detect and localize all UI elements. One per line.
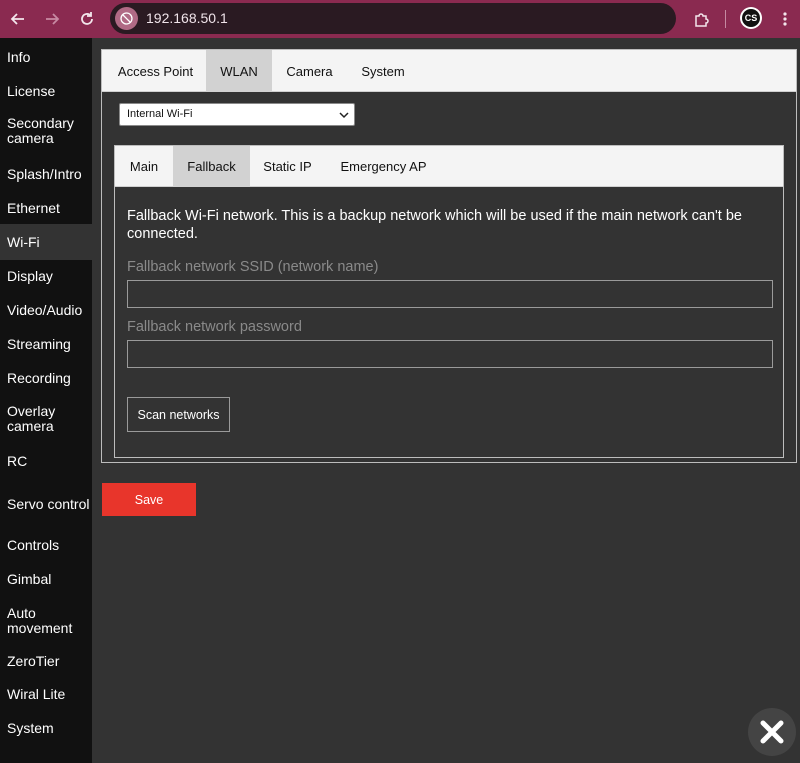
- profile-initials: CS: [742, 9, 760, 27]
- sidebar-item-display[interactable]: Display: [0, 260, 92, 292]
- password-field[interactable]: [127, 340, 773, 368]
- sidebar-item-ethernet[interactable]: Ethernet: [0, 192, 92, 224]
- sidebar-item-secondary-camera[interactable]: Secondary camera: [0, 106, 92, 156]
- sidebar-item-info[interactable]: Info: [0, 38, 92, 76]
- subtab-main[interactable]: Main: [115, 146, 173, 187]
- tab-camera[interactable]: Camera: [272, 50, 347, 92]
- url-text: 192.168.50.1: [146, 10, 228, 26]
- reload-icon: [81, 12, 93, 25]
- reload-button[interactable]: [76, 8, 98, 30]
- tab-wlan[interactable]: WLAN: [206, 50, 272, 92]
- sidebar-item-wiral-lite[interactable]: Wiral Lite: [0, 676, 92, 712]
- subtab-emergency-ap[interactable]: Emergency AP: [325, 146, 442, 187]
- back-button[interactable]: [7, 8, 29, 30]
- ssid-field[interactable]: [127, 280, 773, 308]
- browser-toolbar: 192.168.50.1 CS: [0, 0, 800, 38]
- chevron-down-icon: [339, 112, 349, 119]
- sidebar-item-gimbal[interactable]: Gimbal: [0, 562, 92, 596]
- sidebar-item-servo-control[interactable]: Servo control: [0, 480, 92, 528]
- site-info-icon[interactable]: [115, 7, 138, 30]
- sidebar-item-controls[interactable]: Controls: [0, 528, 92, 562]
- arrow-right-icon: [46, 13, 60, 25]
- sidebar-item-video-audio[interactable]: Video/Audio: [0, 292, 92, 328]
- sidebar-item-rc[interactable]: RC: [0, 442, 92, 480]
- tab-access-point[interactable]: Access Point: [105, 50, 206, 92]
- subtab-static-ip[interactable]: Static IP: [250, 146, 325, 187]
- sidebar-item-splash-intro[interactable]: Splash/Intro: [0, 156, 92, 192]
- subtab-fallback[interactable]: Fallback: [173, 146, 250, 187]
- puzzle-icon: [694, 12, 709, 27]
- menu-button[interactable]: [774, 8, 796, 30]
- profile-avatar[interactable]: CS: [740, 7, 762, 29]
- top-tab-bar: Access Point WLAN Camera System: [102, 50, 796, 92]
- wifi-settings-panel: Access Point WLAN Camera System Internal…: [101, 49, 797, 463]
- sidebar-item-auto-movement[interactable]: Auto movement: [0, 596, 92, 646]
- interface-select[interactable]: Internal Wi-Fi: [119, 103, 355, 126]
- tab-system[interactable]: System: [347, 50, 419, 92]
- ssid-label: Fallback network SSID (network name): [127, 259, 379, 275]
- arrow-left-icon: [10, 13, 24, 25]
- sidebar-item-streaming[interactable]: Streaming: [0, 328, 92, 360]
- sidebar-item-recording[interactable]: Recording: [0, 360, 92, 396]
- sidebar-item-license[interactable]: License: [0, 76, 92, 106]
- close-icon: [760, 720, 784, 744]
- scan-networks-button[interactable]: Scan networks: [127, 397, 230, 432]
- sub-tab-bar: Main Fallback Static IP Emergency AP: [115, 146, 783, 187]
- sidebar-item-zerotier[interactable]: ZeroTier: [0, 646, 92, 676]
- more-vert-icon: [783, 12, 787, 26]
- sidebar: Info License Secondary camera Splash/Int…: [0, 38, 92, 763]
- toolbar-divider: [725, 10, 726, 28]
- wlan-subpanel: Main Fallback Static IP Emergency AP Fal…: [114, 145, 784, 458]
- close-button[interactable]: [748, 708, 796, 756]
- sidebar-item-overlay-camera[interactable]: Overlay camera: [0, 396, 92, 442]
- sidebar-item-wifi[interactable]: Wi-Fi: [0, 224, 92, 260]
- forward-button[interactable]: [41, 8, 63, 30]
- extensions-button[interactable]: [690, 8, 712, 30]
- fallback-description: Fallback Wi-Fi network. This is a backup…: [127, 208, 742, 242]
- address-bar[interactable]: 192.168.50.1: [110, 3, 676, 34]
- interface-select-value: Internal Wi-Fi: [127, 108, 193, 120]
- password-label: Fallback network password: [127, 319, 302, 335]
- save-button[interactable]: Save: [102, 483, 196, 516]
- sidebar-item-system[interactable]: System: [0, 712, 92, 744]
